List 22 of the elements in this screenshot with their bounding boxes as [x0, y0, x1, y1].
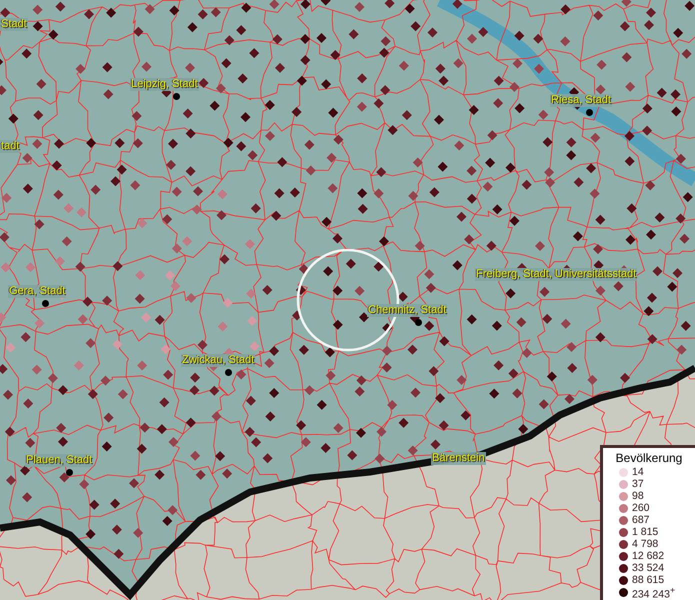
place-label: Leipzig, Stadt — [130, 78, 199, 91]
legend-label: 234 243$^{+}$ — [632, 584, 676, 600]
legend-label: 260 — [632, 502, 650, 514]
place-label: Bärenstein — [431, 452, 486, 465]
legend-title: Bevölkerung — [614, 451, 684, 465]
legend-label: 14 — [632, 466, 644, 478]
place-label: Stadt — [0, 18, 28, 31]
place-label: Freiberg, Stadt, Universitätsstadt — [475, 268, 638, 281]
legend-label: 12 682 — [632, 550, 664, 562]
place-label: Riesa, Stadt — [550, 94, 612, 107]
legend-label: 33 524 — [632, 562, 664, 574]
place-label: Plauen, Stadt — [25, 454, 94, 467]
place-label: Zwickau, Stadt — [181, 354, 256, 367]
place-label: Chemnitz, Stadt — [367, 304, 448, 317]
place-label: tadt — [0, 140, 20, 153]
legend-label: 88 615 — [632, 574, 664, 586]
place-label: Gera, Stadt — [8, 285, 66, 298]
legend-label: 4 798 — [632, 538, 658, 550]
legend-label: 98 — [632, 490, 644, 502]
legend-label: 37 — [632, 478, 644, 490]
legend-label: 1 815 — [632, 526, 658, 538]
legend-label: 687 — [632, 514, 650, 526]
